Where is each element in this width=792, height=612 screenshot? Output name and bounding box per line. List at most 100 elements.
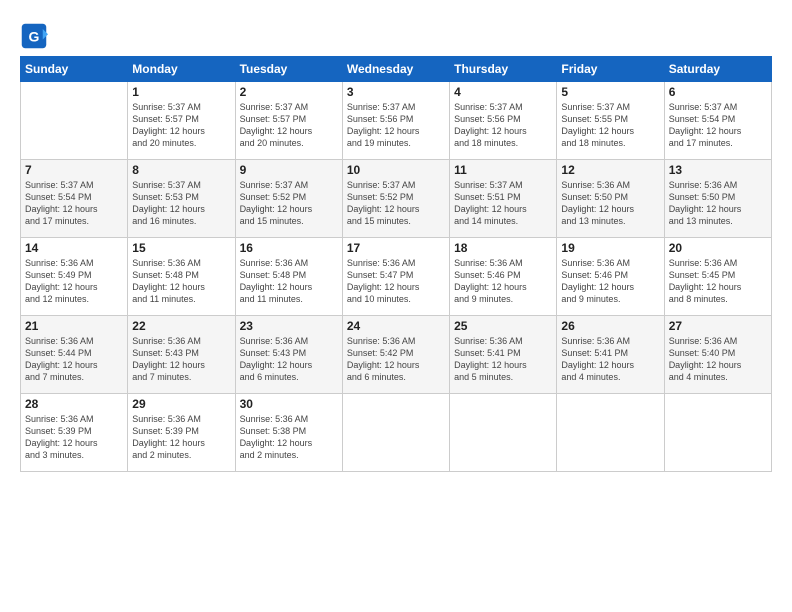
- header: G: [20, 18, 772, 50]
- day-cell: 11 Sunrise: 5:37 AM Sunset: 5:51 PM Dayli…: [450, 160, 557, 238]
- day-number: 13: [669, 163, 767, 177]
- day-cell: 22 Sunrise: 5:36 AM Sunset: 5:43 PM Dayli…: [128, 316, 235, 394]
- day-number: 14: [25, 241, 123, 255]
- day-cell: [21, 82, 128, 160]
- day-info: Sunrise: 5:37 AM Sunset: 5:51 PM Dayligh…: [454, 179, 552, 228]
- day-info: Sunrise: 5:36 AM Sunset: 5:39 PM Dayligh…: [132, 413, 230, 462]
- day-cell: 17Sunrise: 5:36 AM Sunset: 5:47 PM Dayli…: [342, 238, 449, 316]
- day-cell: 1 Sunrise: 5:37 AM Sunset: 5:57 PM Daylig…: [128, 82, 235, 160]
- day-number: 11: [454, 163, 552, 177]
- day-info: Sunrise: 5:37 AM Sunset: 5:52 PM Dayligh…: [240, 179, 338, 228]
- day-cell: [557, 394, 664, 472]
- day-number: 19: [561, 241, 659, 255]
- day-cell: 9 Sunrise: 5:37 AM Sunset: 5:52 PM Daylig…: [235, 160, 342, 238]
- svg-text:G: G: [29, 28, 40, 44]
- week-row-4: 21 Sunrise: 5:36 AM Sunset: 5:44 PM Dayli…: [21, 316, 772, 394]
- day-info: Sunrise: 5:36 AM Sunset: 5:49 PM Dayligh…: [25, 257, 123, 306]
- day-info: Sunrise: 5:36 AM Sunset: 5:48 PM Dayligh…: [240, 257, 338, 306]
- day-cell: 27 Sunrise: 5:36 AM Sunset: 5:40 PM Dayli…: [664, 316, 771, 394]
- day-cell: 23Sunrise: 5:36 AM Sunset: 5:43 PM Dayli…: [235, 316, 342, 394]
- day-cell: [664, 394, 771, 472]
- day-number: 2: [240, 85, 338, 99]
- day-cell: 14 Sunrise: 5:36 AM Sunset: 5:49 PM Dayli…: [21, 238, 128, 316]
- day-cell: 25 Sunrise: 5:36 AM Sunset: 5:41 PM Dayli…: [450, 316, 557, 394]
- weekday-header-tuesday: Tuesday: [235, 57, 342, 82]
- day-number: 21: [25, 319, 123, 333]
- day-info: Sunrise: 5:36 AM Sunset: 5:50 PM Dayligh…: [669, 179, 767, 228]
- day-info: Sunrise: 5:37 AM Sunset: 5:57 PM Dayligh…: [132, 101, 230, 150]
- day-number: 7: [25, 163, 123, 177]
- day-info: Sunrise: 5:36 AM Sunset: 5:44 PM Dayligh…: [25, 335, 123, 384]
- week-row-5: 28 Sunrise: 5:36 AM Sunset: 5:39 PM Dayli…: [21, 394, 772, 472]
- day-number: 8: [132, 163, 230, 177]
- day-info: Sunrise: 5:37 AM Sunset: 5:54 PM Dayligh…: [25, 179, 123, 228]
- day-info: Sunrise: 5:36 AM Sunset: 5:43 PM Dayligh…: [132, 335, 230, 384]
- day-number: 4: [454, 85, 552, 99]
- day-number: 12: [561, 163, 659, 177]
- day-info: Sunrise: 5:36 AM Sunset: 5:41 PM Dayligh…: [454, 335, 552, 384]
- weekday-header-saturday: Saturday: [664, 57, 771, 82]
- day-cell: 6Sunrise: 5:37 AM Sunset: 5:54 PM Daylig…: [664, 82, 771, 160]
- day-cell: 20 Sunrise: 5:36 AM Sunset: 5:45 PM Dayli…: [664, 238, 771, 316]
- day-number: 30: [240, 397, 338, 411]
- day-cell: 15Sunrise: 5:36 AM Sunset: 5:48 PM Dayli…: [128, 238, 235, 316]
- weekday-header-row: SundayMondayTuesdayWednesdayThursdayFrid…: [21, 57, 772, 82]
- day-info: Sunrise: 5:36 AM Sunset: 5:39 PM Dayligh…: [25, 413, 123, 462]
- day-number: 18: [454, 241, 552, 255]
- day-cell: 12 Sunrise: 5:36 AM Sunset: 5:50 PM Dayli…: [557, 160, 664, 238]
- weekday-header-wednesday: Wednesday: [342, 57, 449, 82]
- day-number: 16: [240, 241, 338, 255]
- week-row-3: 14 Sunrise: 5:36 AM Sunset: 5:49 PM Dayli…: [21, 238, 772, 316]
- day-info: Sunrise: 5:36 AM Sunset: 5:48 PM Dayligh…: [132, 257, 230, 306]
- day-number: 9: [240, 163, 338, 177]
- day-cell: 16 Sunrise: 5:36 AM Sunset: 5:48 PM Dayli…: [235, 238, 342, 316]
- day-cell: 24 Sunrise: 5:36 AM Sunset: 5:42 PM Dayli…: [342, 316, 449, 394]
- day-info: Sunrise: 5:36 AM Sunset: 5:40 PM Dayligh…: [669, 335, 767, 384]
- calendar-table: SundayMondayTuesdayWednesdayThursdayFrid…: [20, 56, 772, 472]
- weekday-header-monday: Monday: [128, 57, 235, 82]
- day-info: Sunrise: 5:36 AM Sunset: 5:38 PM Dayligh…: [240, 413, 338, 462]
- day-cell: 28 Sunrise: 5:36 AM Sunset: 5:39 PM Dayli…: [21, 394, 128, 472]
- day-cell: [450, 394, 557, 472]
- day-number: 22: [132, 319, 230, 333]
- day-number: 29: [132, 397, 230, 411]
- day-number: 3: [347, 85, 445, 99]
- day-info: Sunrise: 5:37 AM Sunset: 5:52 PM Dayligh…: [347, 179, 445, 228]
- day-info: Sunrise: 5:36 AM Sunset: 5:46 PM Dayligh…: [561, 257, 659, 306]
- day-cell: 21 Sunrise: 5:36 AM Sunset: 5:44 PM Dayli…: [21, 316, 128, 394]
- day-cell: 26Sunrise: 5:36 AM Sunset: 5:41 PM Dayli…: [557, 316, 664, 394]
- day-info: Sunrise: 5:36 AM Sunset: 5:45 PM Dayligh…: [669, 257, 767, 306]
- day-cell: [342, 394, 449, 472]
- day-cell: 30 Sunrise: 5:36 AM Sunset: 5:38 PM Dayli…: [235, 394, 342, 472]
- day-number: 1: [132, 85, 230, 99]
- day-number: 6: [669, 85, 767, 99]
- day-number: 5: [561, 85, 659, 99]
- day-info: Sunrise: 5:37 AM Sunset: 5:56 PM Dayligh…: [454, 101, 552, 150]
- day-number: 28: [25, 397, 123, 411]
- page: G SundayMondayTuesdayWednesdayThursdayFr…: [0, 0, 792, 482]
- day-number: 20: [669, 241, 767, 255]
- day-number: 25: [454, 319, 552, 333]
- day-info: Sunrise: 5:36 AM Sunset: 5:50 PM Dayligh…: [561, 179, 659, 228]
- day-number: 27: [669, 319, 767, 333]
- day-number: 24: [347, 319, 445, 333]
- logo-icon: G: [20, 22, 48, 50]
- day-cell: 2 Sunrise: 5:37 AM Sunset: 5:57 PM Daylig…: [235, 82, 342, 160]
- day-cell: 19 Sunrise: 5:36 AM Sunset: 5:46 PM Dayli…: [557, 238, 664, 316]
- day-cell: 13 Sunrise: 5:36 AM Sunset: 5:50 PM Dayli…: [664, 160, 771, 238]
- day-cell: 10Sunrise: 5:37 AM Sunset: 5:52 PM Dayli…: [342, 160, 449, 238]
- day-number: 26: [561, 319, 659, 333]
- day-info: Sunrise: 5:37 AM Sunset: 5:55 PM Dayligh…: [561, 101, 659, 150]
- day-info: Sunrise: 5:36 AM Sunset: 5:42 PM Dayligh…: [347, 335, 445, 384]
- week-row-1: 1 Sunrise: 5:37 AM Sunset: 5:57 PM Daylig…: [21, 82, 772, 160]
- day-info: Sunrise: 5:36 AM Sunset: 5:43 PM Dayligh…: [240, 335, 338, 384]
- day-cell: 29 Sunrise: 5:36 AM Sunset: 5:39 PM Dayli…: [128, 394, 235, 472]
- weekday-header-thursday: Thursday: [450, 57, 557, 82]
- day-number: 17: [347, 241, 445, 255]
- day-cell: 5 Sunrise: 5:37 AM Sunset: 5:55 PM Daylig…: [557, 82, 664, 160]
- day-info: Sunrise: 5:37 AM Sunset: 5:56 PM Dayligh…: [347, 101, 445, 150]
- weekday-header-friday: Friday: [557, 57, 664, 82]
- day-info: Sunrise: 5:37 AM Sunset: 5:53 PM Dayligh…: [132, 179, 230, 228]
- day-info: Sunrise: 5:37 AM Sunset: 5:57 PM Dayligh…: [240, 101, 338, 150]
- day-info: Sunrise: 5:36 AM Sunset: 5:46 PM Dayligh…: [454, 257, 552, 306]
